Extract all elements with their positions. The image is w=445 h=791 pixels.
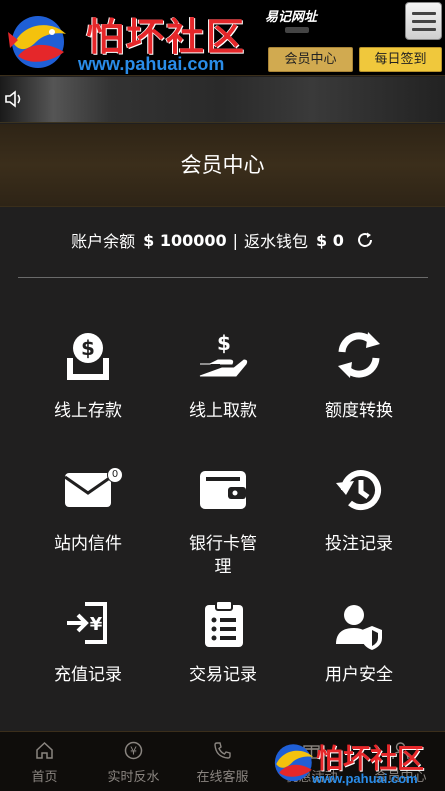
grid-item-recharge-record[interactable]: ¥ 充值记录 — [23, 600, 153, 695]
grid-item-label: 充值记录 — [54, 665, 122, 685]
grid-item-label: 额度转换 — [325, 401, 393, 421]
nav-item-label: 实时反水 — [107, 770, 160, 785]
grid-item-label: 银行卡管理 — [189, 534, 257, 577]
clipboard-icon — [205, 600, 243, 647]
grid-item-withdraw[interactable]: $ 线上取款 — [158, 330, 288, 430]
phone-icon — [214, 742, 231, 759]
fish-logo-icon — [274, 744, 314, 782]
nav-item-support[interactable]: 在线客服 — [178, 732, 267, 791]
grid-item-label: 用户安全 — [325, 665, 393, 685]
mirror-url-label: 易记网址 — [265, 10, 318, 25]
grid-item-bank-card[interactable]: 银行卡管理 — [158, 465, 288, 585]
menu-bar-icon — [412, 20, 436, 23]
notice-bar[interactable] — [0, 77, 445, 123]
fish-logo-icon — [8, 16, 66, 68]
grid-item-transfer[interactable]: 额度转换 — [294, 330, 424, 430]
user-shield-icon — [336, 605, 382, 650]
balance-separator: | — [232, 230, 239, 250]
grid-item-label: 站内信件 — [54, 534, 122, 554]
nav-item-label: 首页 — [31, 770, 58, 785]
speaker-icon — [5, 90, 21, 108]
unread-count-badge: 0 — [107, 467, 123, 483]
svg-text:¥: ¥ — [130, 745, 137, 758]
wallet-icon — [200, 471, 246, 509]
top-header: 怕坏社区 www.pahuai.com 易记网址 会员中心 每日签到 — [0, 0, 445, 76]
rebate-wallet-value: $ 0 — [316, 230, 344, 250]
withdraw-icon: $ — [199, 331, 248, 377]
rebate-wallet-label: 返水钱包 — [244, 232, 309, 251]
grid-item-transaction-record[interactable]: 交易记录 — [158, 600, 288, 695]
mirror-url-value — [285, 27, 309, 33]
account-balance-value: $ 100000 — [143, 230, 227, 250]
svg-text:$: $ — [217, 331, 231, 355]
deposit-icon: $ — [67, 333, 109, 380]
nav-item-rebate[interactable]: ¥ 实时反水 — [89, 732, 178, 791]
divider — [18, 277, 428, 278]
daily-signin-button[interactable]: 每日签到 — [359, 47, 442, 72]
hamburger-menu-button[interactable] — [405, 2, 442, 40]
logo-url: www.pahuai.com — [78, 54, 225, 74]
menu-bar-icon — [412, 12, 436, 15]
watermark-logo: 怕坏社区 www.pahuai.com — [272, 737, 442, 789]
grid-item-user-security[interactable]: 用户安全 — [294, 600, 424, 695]
home-icon — [36, 741, 53, 759]
svg-text:¥: ¥ — [90, 614, 103, 635]
nav-item-label: 在线客服 — [196, 770, 249, 785]
grid-item-mail[interactable]: 0 站内信件 — [23, 465, 153, 565]
mail-icon — [64, 473, 112, 507]
menu-bar-icon — [412, 28, 436, 31]
nav-item-home[interactable]: 首页 — [0, 732, 89, 791]
transfer-icon — [338, 332, 380, 378]
grid-item-label: 线上取款 — [189, 401, 257, 421]
logo-text: 怕坏社区 — [86, 14, 247, 59]
member-center-button[interactable]: 会员中心 — [268, 47, 353, 72]
grid-item-label: 线上存款 — [54, 401, 122, 421]
grid-item-deposit[interactable]: $ 线上存款 — [23, 330, 153, 430]
title-band: 会员中心 — [0, 124, 445, 207]
refresh-icon[interactable] — [356, 231, 374, 249]
account-balance-label: 账户余额 — [71, 232, 136, 251]
svg-text:$: $ — [81, 336, 95, 360]
watermark-url: www.pahuai.com — [312, 771, 418, 786]
grid-item-label: 投注记录 — [325, 534, 393, 554]
yen-icon: ¥ — [124, 741, 143, 760]
site-logo[interactable]: 怕坏社区 www.pahuai.com — [6, 4, 256, 74]
balance-row: 账户余额 $ 100000 | 返水钱包 $ 0 — [0, 228, 445, 256]
history-icon — [336, 470, 381, 510]
grid-item-bet-history[interactable]: 投注记录 — [294, 465, 424, 565]
recharge-record-icon: ¥ — [67, 602, 107, 644]
page-title: 会员中心 — [180, 153, 265, 177]
grid-item-label: 交易记录 — [189, 665, 257, 685]
